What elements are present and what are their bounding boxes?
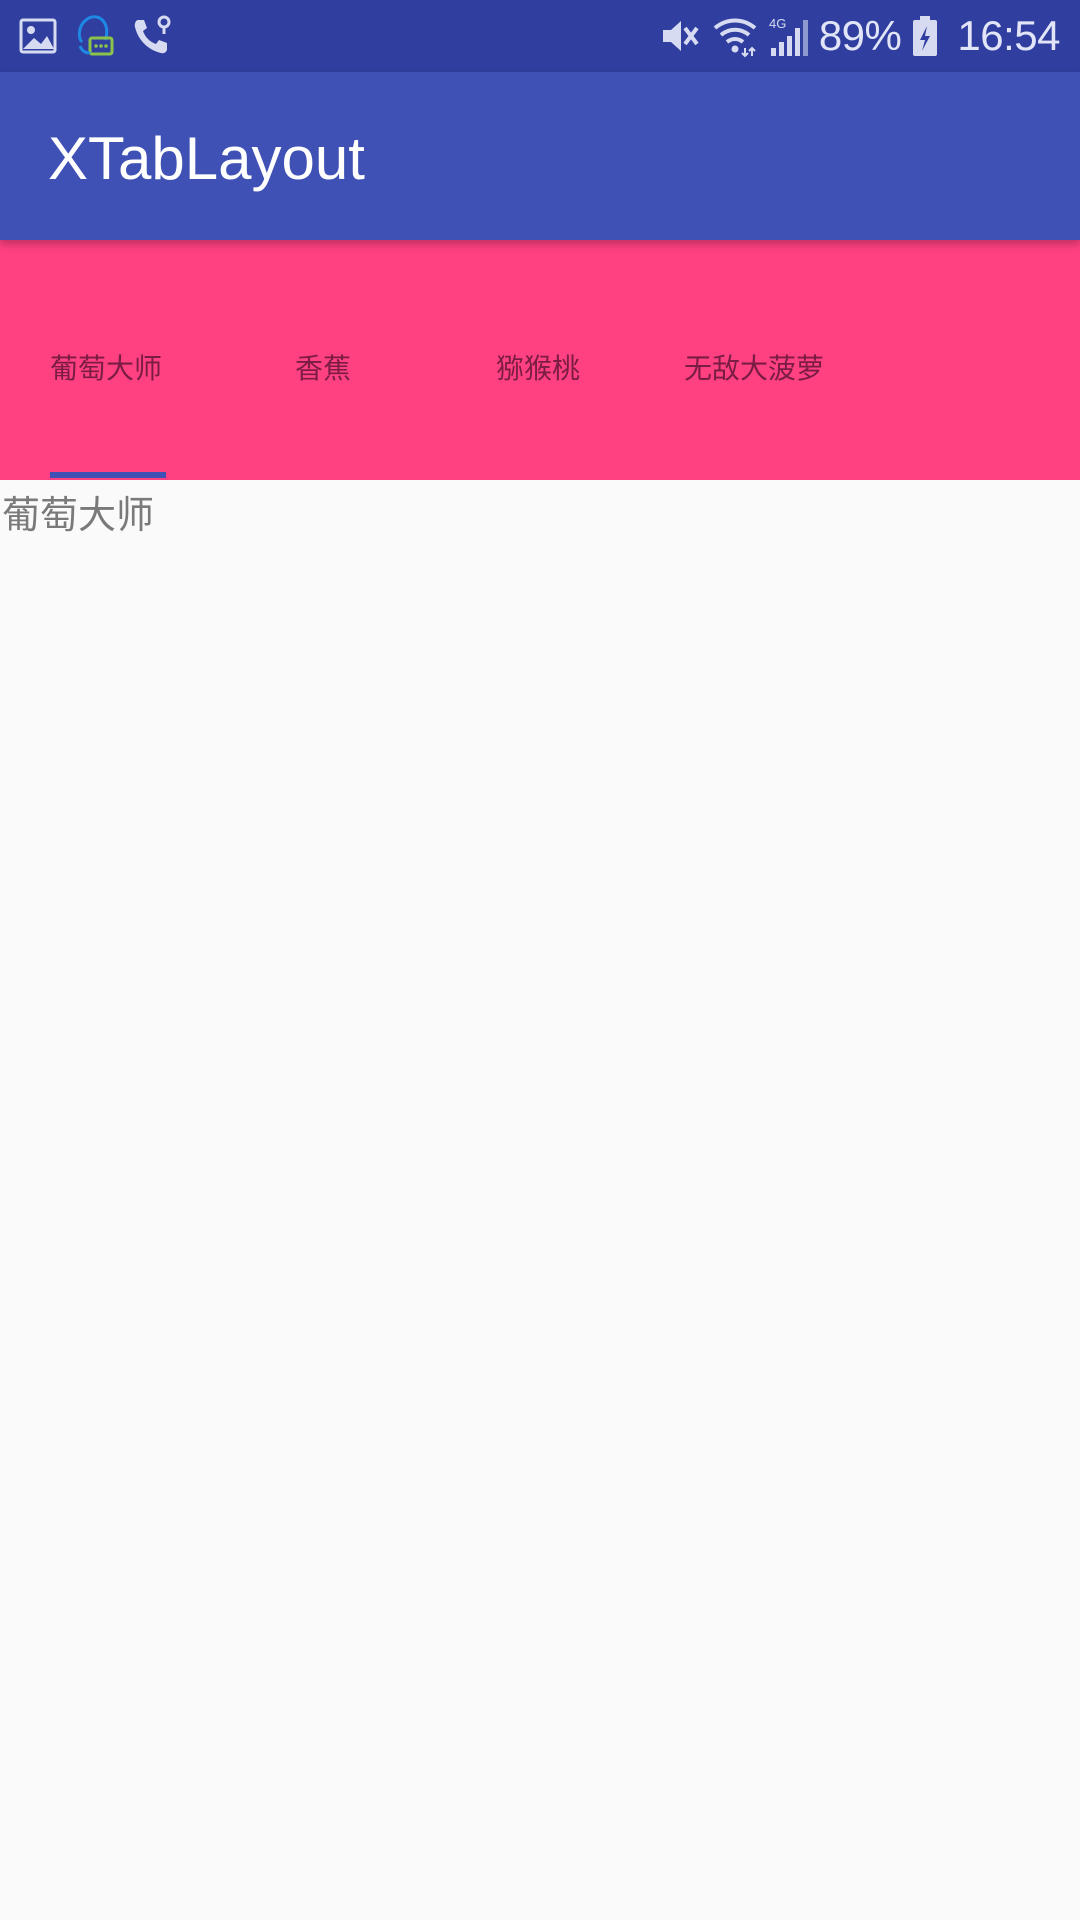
clock: 16:54	[957, 12, 1060, 59]
page-content-text: 葡萄大师	[2, 493, 155, 537]
tab-label: 葡萄大师	[50, 352, 163, 385]
signal-icon: 4G	[769, 14, 809, 58]
tab-label: 香蕉	[295, 352, 352, 385]
wifi-icon	[711, 14, 759, 58]
tab-label: 无敌大菠萝	[684, 352, 825, 385]
status-bar: 4G 89% 16:54	[0, 0, 1080, 72]
battery-charging-icon	[911, 14, 939, 58]
app-title: XTabLayout	[48, 125, 365, 192]
image-icon	[18, 16, 58, 56]
app-bar: XTabLayout	[0, 72, 1080, 240]
system-status-icons: 4G 89% 16:54	[657, 10, 1060, 62]
notification-icons	[18, 12, 174, 60]
tab-label: 猕猴桃	[496, 352, 581, 385]
tab-grape-master[interactable]: 葡萄大师	[50, 240, 162, 480]
mute-icon	[657, 14, 701, 58]
tab-layout: 葡萄大师 香蕉 猕猴桃 无敌大菠萝	[0, 240, 1080, 480]
call-location-icon	[130, 14, 174, 58]
tab-invincible-pineapple[interactable]: 无敌大菠萝	[684, 240, 824, 480]
tab-kiwi[interactable]: 猕猴桃	[496, 240, 580, 480]
tab-banana[interactable]: 香蕉	[295, 240, 351, 480]
network-type-label: 4G	[769, 16, 786, 31]
tab-selected-indicator	[50, 472, 166, 478]
qq-icon	[72, 12, 116, 60]
battery-percentage: 89%	[818, 12, 902, 59]
